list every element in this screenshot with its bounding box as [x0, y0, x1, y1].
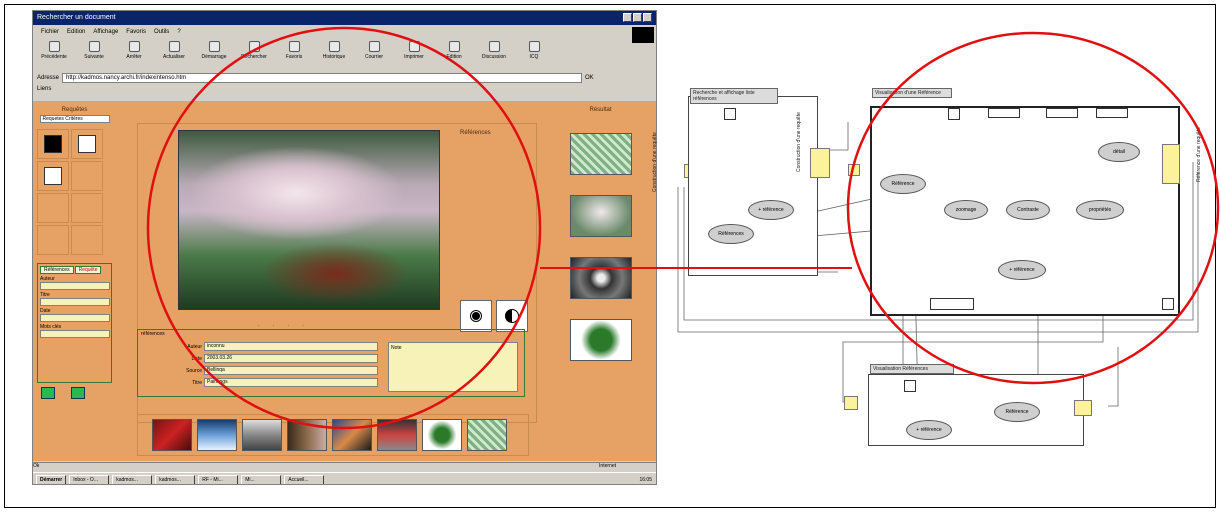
- annotation-circle-right: [846, 31, 1220, 385]
- annotation-overlay: [146, 26, 1220, 430]
- annotation-circle-left: [146, 26, 542, 430]
